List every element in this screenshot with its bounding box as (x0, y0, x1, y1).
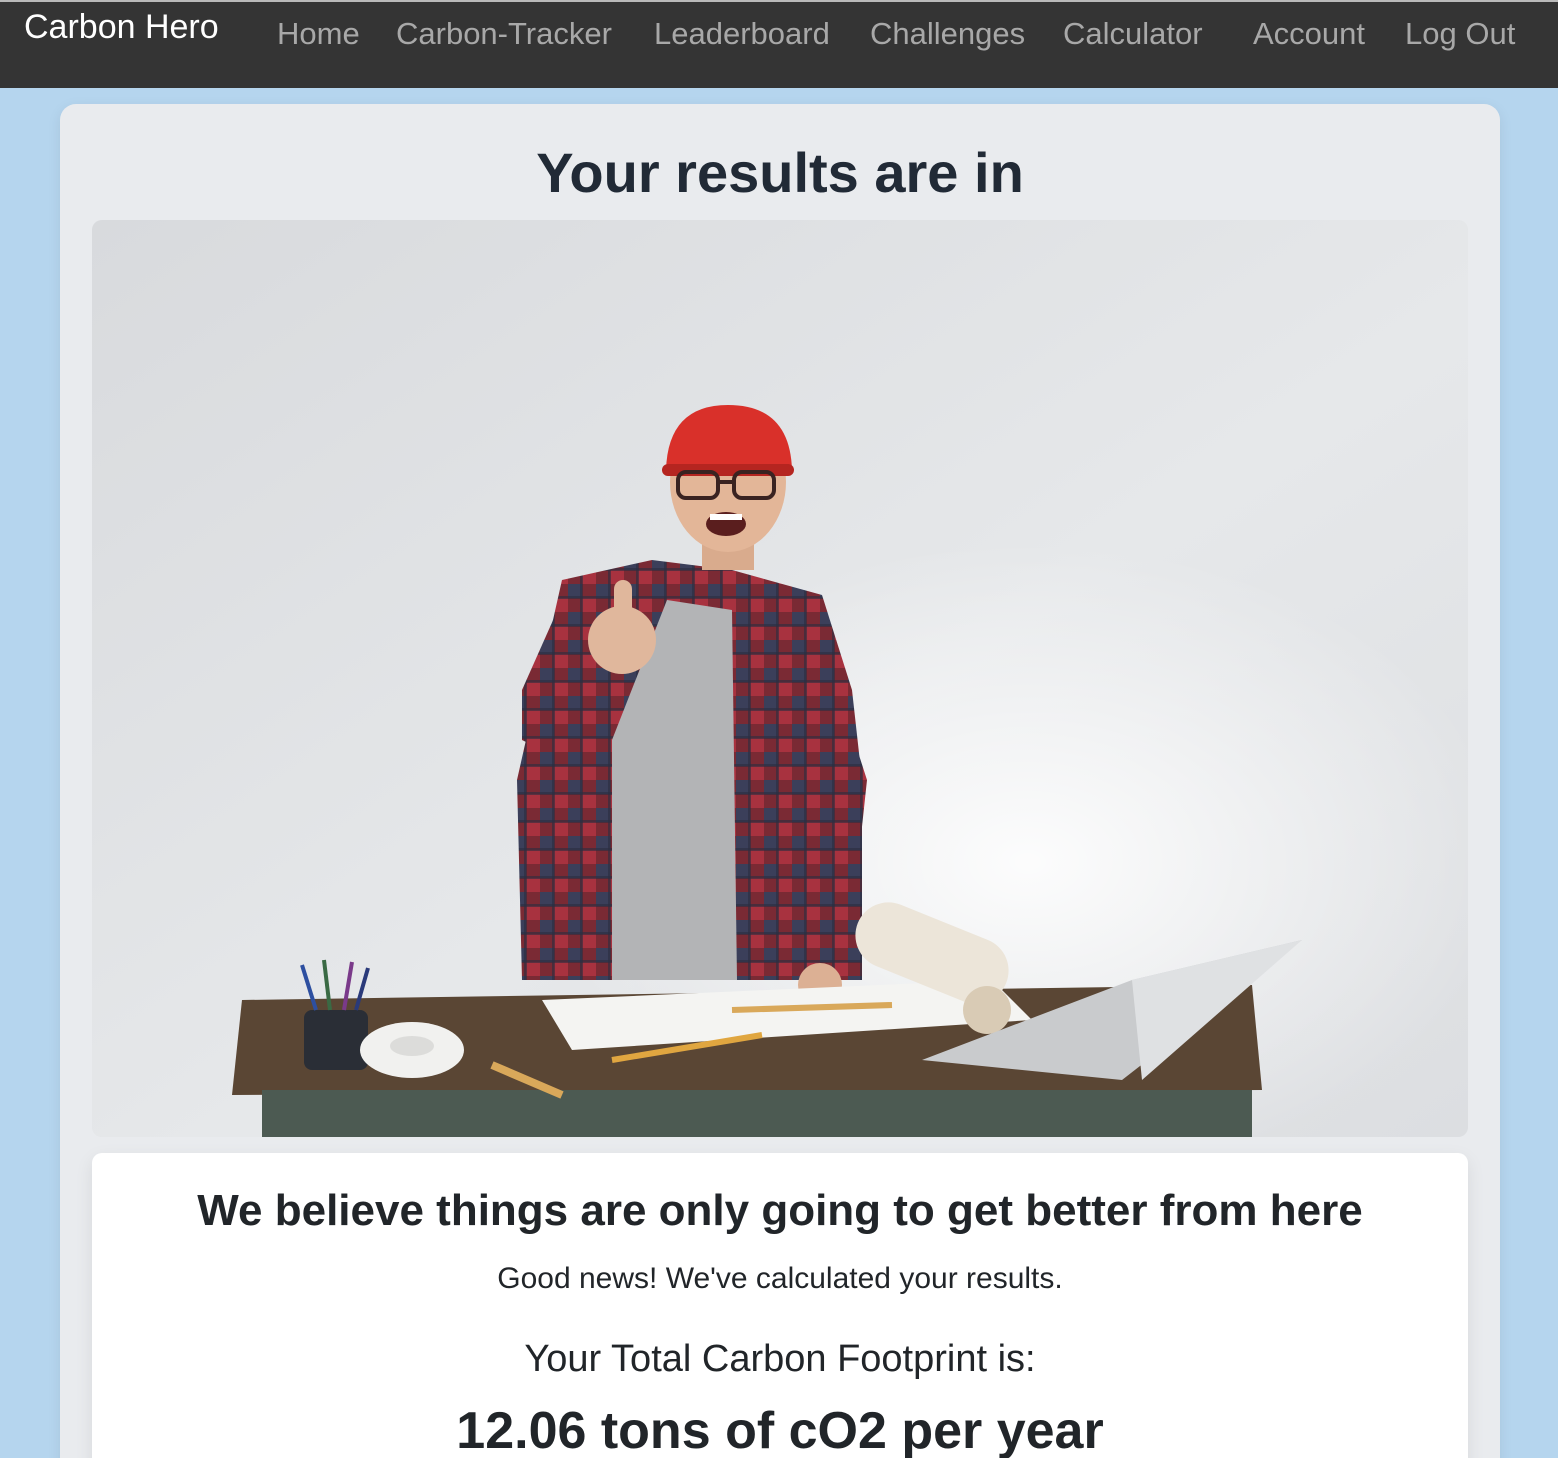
nav-link-calculator[interactable]: Calculator (1063, 16, 1203, 52)
nav-link-leaderboard[interactable]: Leaderboard (654, 16, 830, 52)
nav-link-account[interactable]: Account (1253, 16, 1365, 52)
results-summary: We believe things are only going to get … (92, 1153, 1468, 1458)
results-card: Your results are in We believe things ar… (60, 104, 1500, 1458)
nav-link-carbon-tracker[interactable]: Carbon-Tracker (396, 16, 612, 52)
nav-link-challenges[interactable]: Challenges (870, 16, 1025, 52)
page-title: Your results are in (536, 141, 1024, 204)
footprint-label: Your Total Carbon Footprint is: (524, 1338, 1036, 1380)
footprint-value: 12.06 tons of cO2 per year (456, 1402, 1104, 1458)
hero-image (92, 220, 1468, 1137)
top-navbar: Carbon Hero Home Carbon-Tracker Leaderbo… (0, 0, 1558, 88)
hero-illustration (92, 220, 1468, 1137)
nav-link-log-out[interactable]: Log Out (1405, 16, 1515, 52)
nav-link-home[interactable]: Home (277, 16, 360, 52)
results-message: Good news! We've calculated your results… (497, 1262, 1063, 1295)
results-heading: We believe things are only going to get … (197, 1186, 1363, 1235)
brand-link[interactable]: Carbon Hero (24, 7, 219, 47)
